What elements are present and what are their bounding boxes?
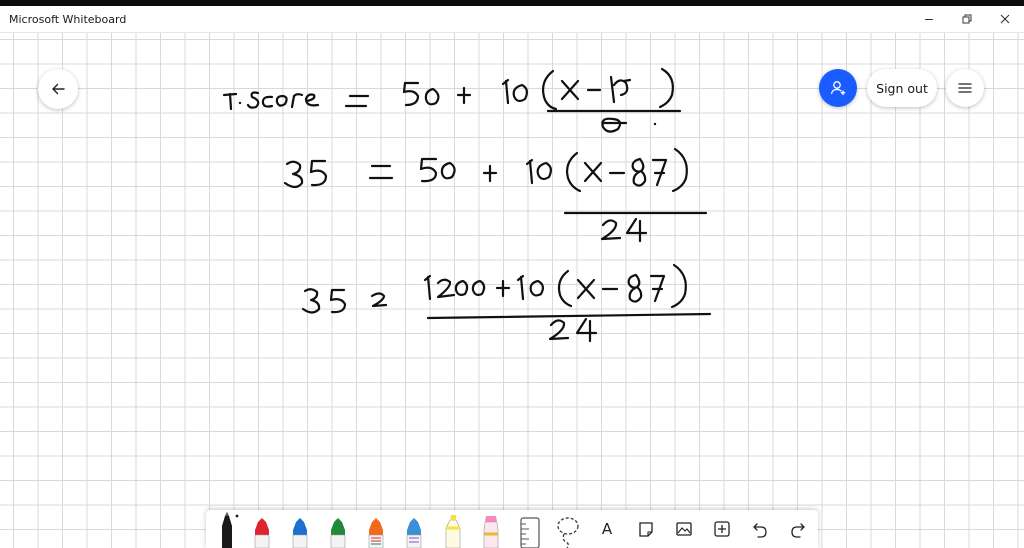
ink-line-3 [301, 263, 712, 343]
highlighter-pink-tool[interactable] [480, 510, 502, 548]
highlighter-yellow-tool[interactable] [442, 510, 464, 548]
pen-green-icon [330, 518, 346, 548]
ruler-tool[interactable] [516, 510, 544, 548]
lasso-icon [557, 517, 579, 548]
whiteboard-canvas[interactable] [0, 33, 1024, 548]
restore-icon [962, 14, 972, 24]
image-tool[interactable] [672, 510, 696, 548]
redo-icon [791, 523, 805, 538]
pen-rainbow-tool[interactable] [366, 510, 386, 548]
arrow-left-icon [52, 83, 65, 95]
highlighter-pink-icon [483, 516, 499, 548]
menu-button[interactable] [946, 69, 984, 107]
pen-black-icon [222, 512, 239, 548]
pen-rainbow-icon [368, 518, 384, 548]
sign-out-label: Sign out [876, 80, 928, 96]
redo-button[interactable] [786, 510, 810, 548]
lasso-tool[interactable] [554, 510, 582, 548]
pen-green-tool[interactable] [328, 510, 348, 548]
image-icon [676, 522, 692, 536]
invite-button[interactable] [819, 69, 857, 107]
window-controls [910, 6, 1024, 32]
ink-line-1 [222, 67, 682, 133]
person-add-icon [830, 81, 846, 95]
undo-icon [753, 523, 767, 538]
minimize-button[interactable] [910, 6, 948, 32]
pen-red-icon [254, 518, 270, 548]
add-button[interactable] [710, 510, 734, 548]
sticky-note-icon [639, 522, 653, 537]
close-button[interactable] [986, 6, 1024, 32]
pen-blue-tool[interactable] [290, 510, 310, 548]
sticky-note-tool[interactable] [634, 510, 658, 548]
pen-blue-icon [292, 518, 308, 548]
restore-button[interactable] [948, 6, 986, 32]
add-icon [714, 521, 730, 537]
ink-line-2 [283, 147, 708, 243]
back-button[interactable] [38, 69, 78, 109]
close-icon [1000, 14, 1010, 24]
bottom-toolbar: A [206, 510, 818, 548]
title-bar: Microsoft Whiteboard [0, 6, 1024, 33]
hamburger-menu-icon [958, 83, 972, 93]
pen-black-tool[interactable] [214, 510, 244, 548]
ruler-icon [520, 517, 540, 548]
app-title: Microsoft Whiteboard [9, 12, 127, 26]
pen-galaxy-icon [406, 518, 422, 548]
pen-red-tool[interactable] [252, 510, 272, 548]
minimize-icon [925, 19, 933, 20]
undo-button[interactable] [748, 510, 772, 548]
pen-galaxy-tool[interactable] [404, 510, 424, 548]
text-tool[interactable]: A [596, 510, 618, 548]
handwritten-ink [222, 67, 712, 343]
highlighter-yellow-icon [445, 515, 461, 548]
text-tool-glyph: A [601, 520, 613, 538]
sign-out-button[interactable]: Sign out [867, 69, 937, 107]
